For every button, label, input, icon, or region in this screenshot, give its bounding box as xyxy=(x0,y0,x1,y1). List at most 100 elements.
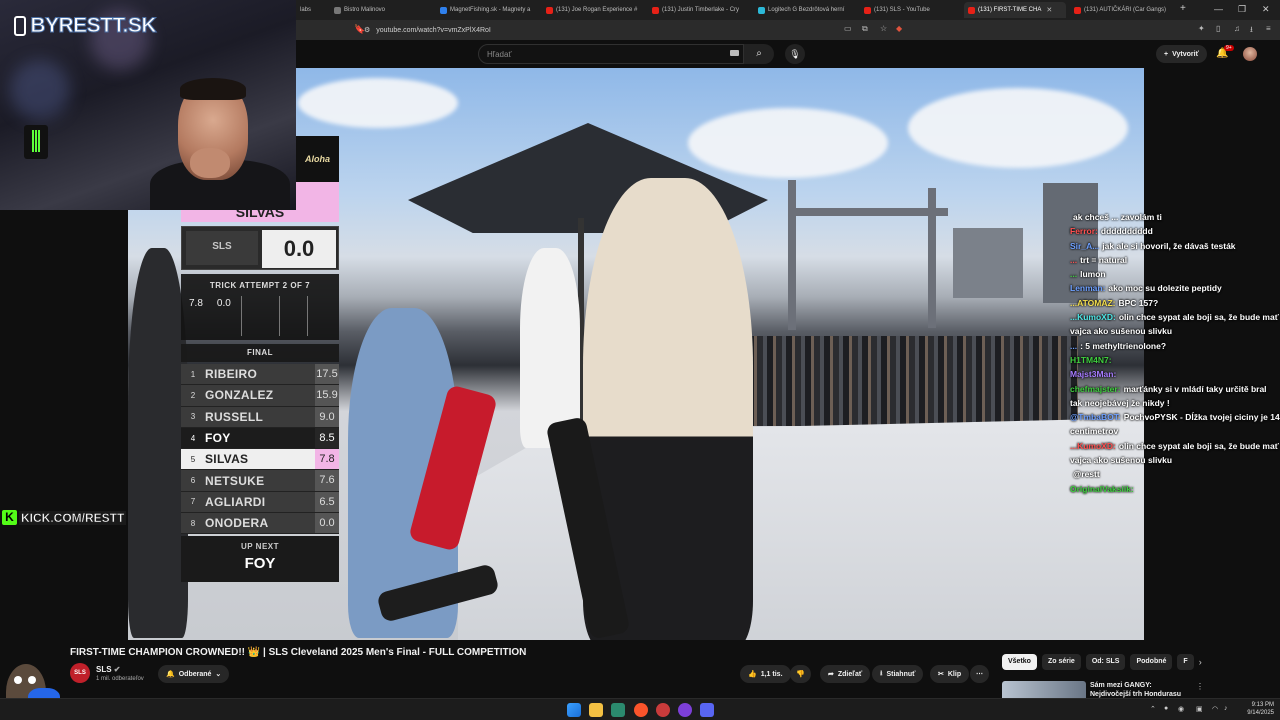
menu-icon[interactable]: ≡ xyxy=(1266,24,1271,33)
translate-icon[interactable]: ⧉ xyxy=(862,24,868,34)
account-avatar[interactable] xyxy=(1243,47,1257,61)
address-bar: 🔖 ⚙ youtube.com/watch?v=vmZxPlX4RoI ▭ ⧉ … xyxy=(296,20,1280,40)
chat-username: OriginalVaksiik: xyxy=(1070,483,1134,494)
app-icon[interactable] xyxy=(656,703,670,717)
chat-message: ...KumoXD: olin chce sypat ale boji sa, ž… xyxy=(1064,439,1280,468)
chat-username: ...KumoXD: xyxy=(1070,312,1116,323)
maximize-icon[interactable]: ❐ xyxy=(1238,4,1246,15)
close-window-icon[interactable]: ✕ xyxy=(1262,4,1270,15)
close-icon[interactable]: ✕ xyxy=(1046,6,1052,14)
chat-username: ... xyxy=(1070,254,1078,265)
scissors-icon: ✂ xyxy=(938,671,944,678)
app-icon[interactable] xyxy=(678,703,692,717)
brave-shield-icon[interactable]: ◆ xyxy=(896,24,902,33)
current-score: 0.0 xyxy=(262,230,336,268)
wifi-icon[interactable]: ◠ xyxy=(1212,705,1218,713)
chevron-right-icon[interactable]: › xyxy=(1199,654,1202,670)
start-icon[interactable] xyxy=(567,703,581,717)
chip-more[interactable]: F xyxy=(1177,654,1194,670)
cloud xyxy=(688,108,888,178)
cast-icon[interactable]: ▭ xyxy=(844,24,852,33)
skater-name: AGLIARDI xyxy=(205,494,266,509)
app-icon[interactable] xyxy=(611,703,625,717)
tab-5[interactable]: Logitech G Bezdrôtová herní xyxy=(754,2,854,18)
sponsor-text: Aloha xyxy=(304,154,330,164)
chip-series[interactable]: Zo série xyxy=(1041,654,1081,670)
chat-message: Sir_A... jak ale si hovoril, že dávaš tes… xyxy=(1064,239,1280,253)
channel-avatar[interactable]: SLS xyxy=(70,663,90,683)
sls-logo-text: SLS xyxy=(212,241,232,252)
tray-app-icon[interactable]: ▣ xyxy=(1196,705,1203,713)
chevron-down-icon: ⌄ xyxy=(215,671,222,678)
voice-search-button[interactable]: 🎙 xyxy=(785,44,805,64)
tab-3[interactable]: (131) Joe Rogan Experience # xyxy=(542,2,642,18)
keyboard-icon[interactable] xyxy=(730,50,739,56)
download-icon[interactable]: ⭳ xyxy=(1250,24,1253,38)
chip-similar[interactable]: Podobné xyxy=(1130,654,1173,670)
tab-label: Logitech G Bezdrôtová herní xyxy=(768,7,845,13)
youtube-icon xyxy=(546,6,553,14)
site-icon xyxy=(440,6,447,14)
attempt-divider xyxy=(241,296,242,336)
tray-app-icon[interactable]: ● xyxy=(1164,705,1168,712)
media-icon[interactable]: ♫ xyxy=(1234,24,1240,33)
skater-name: GONZALEZ xyxy=(205,388,274,403)
volume-icon[interactable]: ♪ xyxy=(1224,705,1228,712)
subscribed-button[interactable]: 🔔 Odberané ⌄ xyxy=(158,665,230,683)
verified-icon: ✔ xyxy=(113,665,121,674)
tab-0[interactable]: labs xyxy=(296,2,326,18)
sidebar-icon[interactable]: ▯ xyxy=(1216,24,1220,33)
tab-7-active[interactable]: (131) FIRST-TIME CHA ✕ xyxy=(964,2,1066,18)
site-info-icon[interactable]: ⚙ xyxy=(364,26,370,34)
star-icon[interactable]: ☆ xyxy=(880,24,887,33)
tab-6[interactable]: (131) SLS - YouTube xyxy=(860,2,960,18)
recommendation-chips: Všetko Zo série Od: SLS Podobné F › xyxy=(1002,654,1202,670)
tray-chevron-icon[interactable]: ⌃ xyxy=(1150,705,1156,713)
stream-brand-logo: BYRESTT.SK xyxy=(14,12,157,40)
rank: 2 xyxy=(190,390,196,400)
chip-from-channel[interactable]: Od: SLS xyxy=(1085,654,1126,670)
more-actions-button[interactable]: ⋯ xyxy=(970,665,989,683)
download-button[interactable]: ⭳ Stiahnuť xyxy=(872,665,924,683)
chat-username: H1TM4N7: xyxy=(1070,354,1112,365)
recommended-title[interactable]: Sám mezi GANGY: Nejdivočejší trh Hondura… xyxy=(1090,681,1190,699)
discord-icon[interactable] xyxy=(700,703,714,717)
dislike-button[interactable]: 👎 xyxy=(790,665,811,683)
rank: 1 xyxy=(190,369,196,379)
channel-name[interactable]: SLS ✔ xyxy=(96,665,121,674)
chip-all[interactable]: Všetko xyxy=(1002,654,1037,670)
chat-message: ...ATOMAZ: BPC 157? xyxy=(1064,296,1280,310)
create-button[interactable]: + Vytvoriť xyxy=(1156,45,1207,63)
tab-4[interactable]: (131) Justin Timberlake - Cry xyxy=(648,2,748,18)
tray-app-icon[interactable]: ◉ xyxy=(1178,705,1184,713)
url-field[interactable]: ⚙ youtube.com/watch?v=vmZxPlX4RoI xyxy=(364,23,884,37)
file-explorer-icon[interactable] xyxy=(589,703,603,717)
search-button[interactable]: ⌕ xyxy=(744,44,774,64)
clip-button[interactable]: ✂ Klip xyxy=(930,665,970,683)
chat-text: dddddddddd xyxy=(1100,226,1153,237)
tab-1[interactable]: Bistro Malinovo xyxy=(330,2,422,18)
brave-icon[interactable] xyxy=(634,703,648,717)
search-input[interactable]: Hľadať xyxy=(478,44,744,64)
kick-banner: K KICK.COM/RESTT xyxy=(2,509,127,526)
chat-text: @restt xyxy=(1073,469,1100,480)
more-vertical-icon[interactable]: ⋮ xyxy=(1196,682,1204,691)
share-button[interactable]: ➦ Zdieľať xyxy=(820,665,871,683)
subscribed-label: Odberané xyxy=(178,670,212,678)
mascot-eye xyxy=(14,676,22,684)
extensions-icon[interactable]: ✦ xyxy=(1198,24,1205,33)
minimize-icon[interactable]: — xyxy=(1214,4,1223,14)
chat-username: Majst3Man: xyxy=(1070,369,1117,380)
new-tab-icon[interactable]: + xyxy=(1180,3,1186,14)
tab-8[interactable]: (131) AUTIČKÁRI (Car Gangs) xyxy=(1070,2,1170,18)
rank: 6 xyxy=(190,476,196,486)
tab-2[interactable]: MagnetFishing.sk - Magnety a xyxy=(436,2,536,18)
chat-message: @restt xyxy=(1064,467,1280,481)
final-header: FINAL xyxy=(181,344,339,362)
thumbs-down-icon: 👎 xyxy=(796,671,805,678)
site-icon xyxy=(758,6,765,14)
skater-score: 17.5 xyxy=(315,364,339,385)
like-button[interactable]: 👍 1,1 tis. xyxy=(740,665,791,683)
taskbar-clock[interactable]: 9:13 PM 9/14/2025 xyxy=(1238,701,1274,717)
chat-username: Sir_A... xyxy=(1070,240,1100,251)
